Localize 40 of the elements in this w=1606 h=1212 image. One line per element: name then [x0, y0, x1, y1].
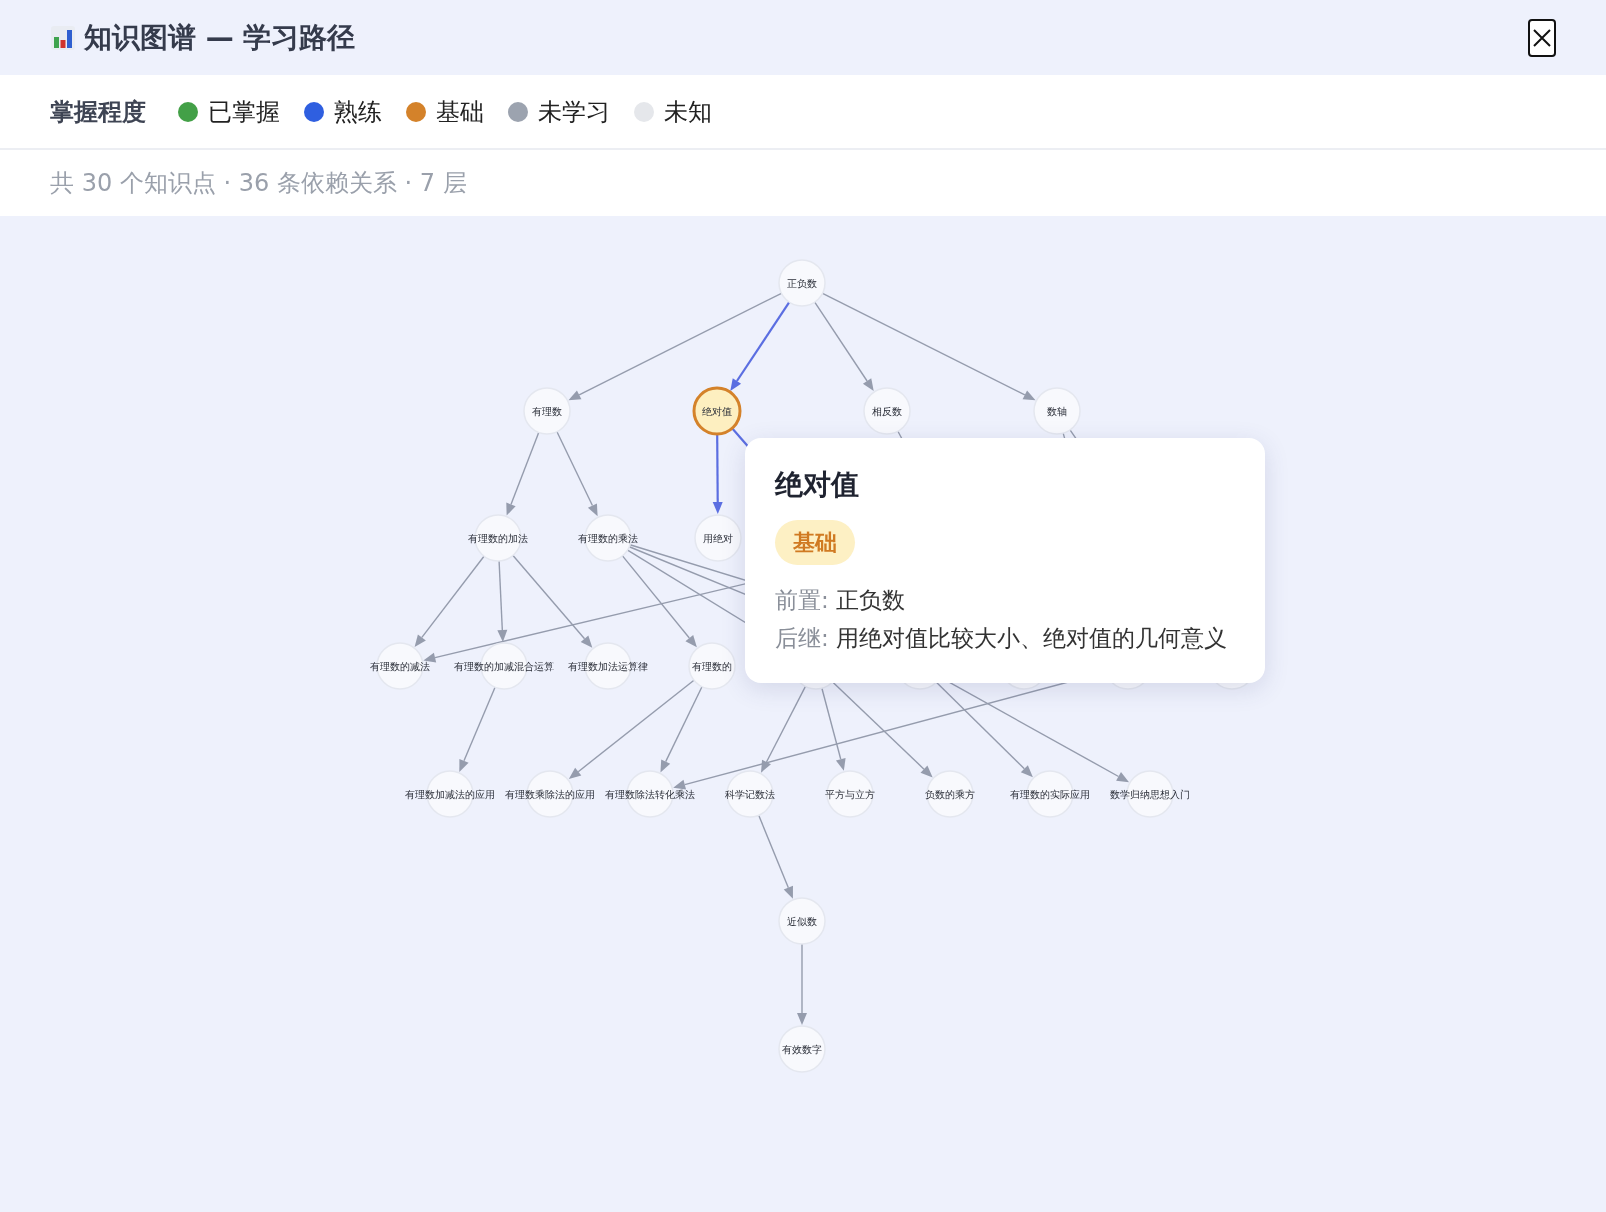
- node-label: 数学归纳思想入门: [1110, 789, 1190, 800]
- close-icon: [1532, 27, 1552, 48]
- legend-label: 基础: [436, 96, 484, 128]
- legend-label: 未知: [664, 96, 712, 128]
- node-label: 有理数的乘法: [578, 533, 638, 544]
- node-label: 正负数: [787, 278, 817, 289]
- bar-chart-icon: [50, 24, 76, 51]
- node-label: 有理数加减法的应用: [405, 789, 495, 800]
- node-label: 有理数的加减混合运算: [454, 661, 554, 672]
- tooltip-value: 用绝对值比较大小、绝对值的几何意义: [835, 625, 1228, 651]
- tooltip-value: 正负数: [835, 587, 906, 613]
- node-label: 有理数的: [692, 661, 732, 672]
- node-label: 有理数加法运算律: [568, 661, 648, 672]
- node-label: 负数的乘方: [925, 789, 975, 800]
- node-label: 有理数除法转化乘法: [605, 789, 695, 800]
- node-label: 用绝对: [703, 533, 733, 544]
- node-label: 相反数: [872, 406, 902, 417]
- legend-label: 已掌握: [208, 96, 280, 128]
- node-label: 平方与立方: [825, 789, 875, 800]
- graph-node[interactable]: [692, 386, 742, 436]
- node-label: 数轴: [1047, 406, 1067, 417]
- node-label: 科学记数法: [725, 789, 775, 800]
- node-label: 近似数: [787, 916, 817, 927]
- node-label: 有效数字: [782, 1044, 822, 1055]
- node-label: 有理数的减法: [370, 661, 430, 672]
- node-label: 有理数乘除法的应用: [505, 789, 595, 800]
- window-title: 知识图谱 — 学习路径: [84, 19, 356, 56]
- graph-stats: 共 30 个知识点 · 36 条依赖关系 · 7 层: [50, 168, 467, 199]
- node-label: 有理数: [532, 406, 562, 417]
- node-label: 有理数的实际应用: [1010, 789, 1090, 800]
- tooltip-key: 后继:: [775, 625, 829, 651]
- legend-label: 熟练: [334, 96, 382, 128]
- node-label: 有理数的加法: [468, 533, 528, 544]
- mastery-badge: 基础: [775, 520, 855, 565]
- tooltip-key: 前置:: [775, 587, 829, 613]
- node-label: 绝对值: [702, 406, 732, 417]
- legend-title: 掌握程度: [50, 96, 146, 128]
- tooltip-title: 绝对值: [775, 467, 860, 503]
- legend-label: 未学习: [538, 96, 610, 128]
- close-button[interactable]: [1528, 18, 1556, 57]
